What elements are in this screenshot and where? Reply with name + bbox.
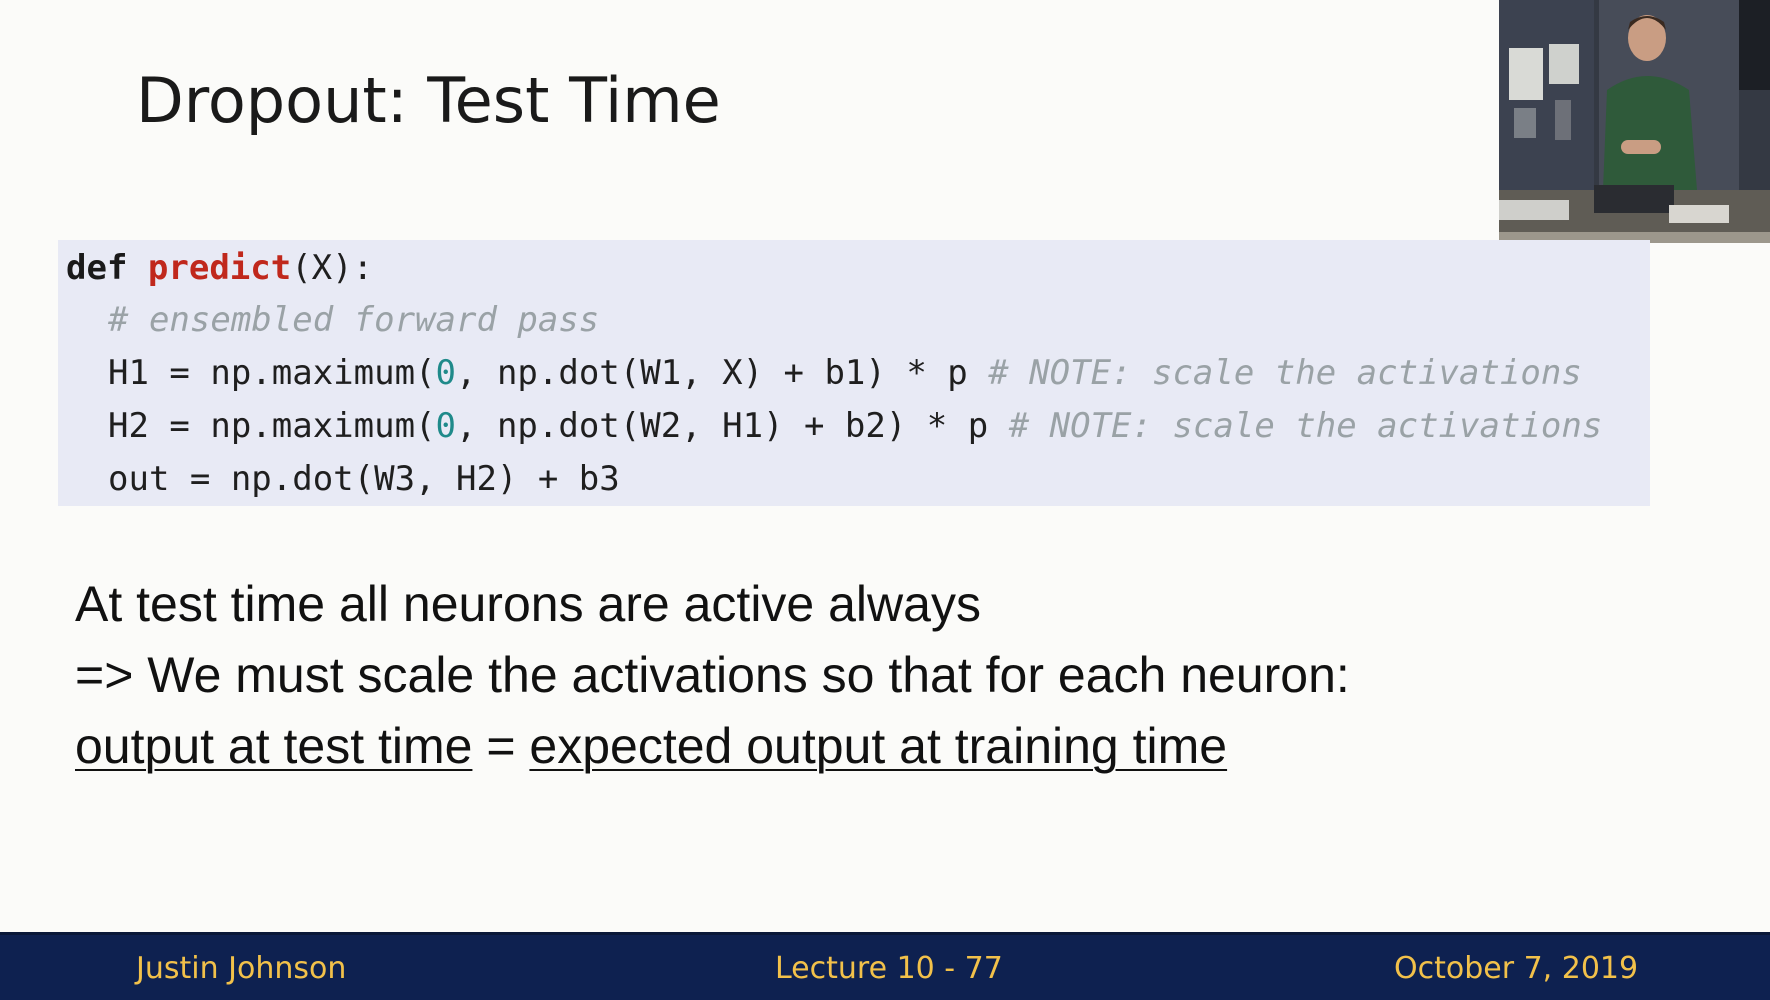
function-args: (X):: [291, 248, 374, 288]
code-comment: # NOTE: scale the activations: [1008, 406, 1603, 446]
code-line-1: def predict(X):: [66, 248, 373, 288]
code-line-4: H2 = np.maximum(0, np.dot(W2, H1) + b2) …: [108, 406, 1602, 446]
slide-title: Dropout: Test Time: [136, 64, 721, 137]
code-block: def predict(X): # ensembled forward pass…: [58, 240, 1650, 506]
code-line-2: # ensembled forward pass: [108, 300, 599, 340]
body-text-line-1: At test time all neurons are active alwa…: [75, 576, 981, 632]
code-comment: # ensembled forward pass: [108, 300, 600, 340]
code-line-5: out = np.dot(W3, H2) + b3: [108, 459, 620, 499]
footer-lecture-number: Lecture 10 - 77: [775, 951, 1003, 986]
speaker-webcam-video: [1499, 0, 1770, 243]
code-text: out = np.dot(W3, H2) + b3: [108, 459, 620, 499]
code-text: H2 = np.maximum(: [108, 406, 436, 446]
footer-date: October 7, 2019: [1394, 951, 1639, 986]
body-text-line-3: output at test time = expected output at…: [75, 717, 1227, 775]
code-text: , np.dot(W2, H1) + b2) * p: [456, 406, 1009, 446]
code-text: H1 = np.maximum(: [108, 353, 436, 393]
function-name: predict: [147, 248, 292, 288]
equals-sign: =: [472, 718, 530, 774]
underlined-term-test-output: output at test time: [75, 718, 473, 774]
code-text: , np.dot(W1, X) + b1) * p: [456, 353, 989, 393]
code-line-3: H1 = np.maximum(0, np.dot(W1, X) + b1) *…: [108, 353, 1582, 393]
keyword-def: def: [66, 248, 128, 288]
code-number: 0: [435, 406, 456, 446]
footer-author: Justin Johnson: [136, 951, 347, 986]
lecture-slide: Dropout: Test Time def predict(X): # ens…: [0, 0, 1770, 1000]
code-comment: # NOTE: scale the activations: [988, 353, 1582, 393]
slide-footer: Justin Johnson Lecture 10 - 77 October 7…: [0, 932, 1770, 1000]
body-text-line-2: => We must scale the activations so that…: [75, 647, 1350, 703]
underlined-term-expected-output: expected output at training time: [529, 718, 1228, 774]
code-number: 0: [435, 353, 456, 393]
webcam-scene-image: [1499, 0, 1770, 243]
